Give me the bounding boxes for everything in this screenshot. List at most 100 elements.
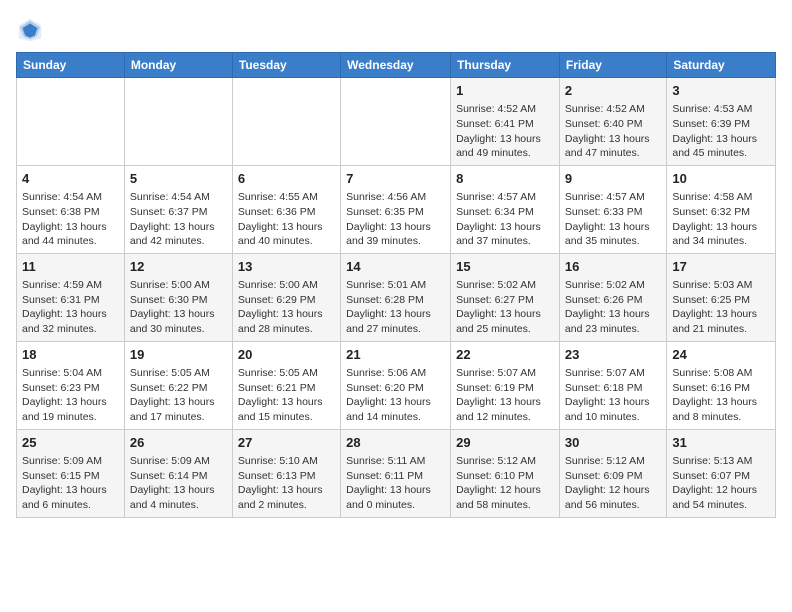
calendar-cell: 17Sunrise: 5:03 AMSunset: 6:25 PMDayligh… — [667, 253, 776, 341]
cell-content-line: Sunrise: 5:07 AM — [456, 366, 554, 381]
day-number: 6 — [238, 170, 335, 188]
day-number: 20 — [238, 346, 335, 364]
calendar-cell: 29Sunrise: 5:12 AMSunset: 6:10 PMDayligh… — [451, 429, 560, 517]
cell-content-line: Sunrise: 4:59 AM — [22, 278, 119, 293]
cell-content-line: Sunrise: 4:58 AM — [672, 190, 770, 205]
cell-content-line: and 34 minutes. — [672, 234, 770, 249]
cell-content-line: Sunset: 6:30 PM — [130, 293, 227, 308]
calendar-cell: 2Sunrise: 4:52 AMSunset: 6:40 PMDaylight… — [559, 78, 666, 166]
cell-content-line: Daylight: 13 hours — [130, 307, 227, 322]
cell-content-line: and 21 minutes. — [672, 322, 770, 337]
cell-content-line: and 37 minutes. — [456, 234, 554, 249]
calendar-cell: 21Sunrise: 5:06 AMSunset: 6:20 PMDayligh… — [341, 341, 451, 429]
cell-content-line: and 54 minutes. — [672, 498, 770, 513]
cell-content-line: Sunrise: 5:09 AM — [130, 454, 227, 469]
cell-content-line: Sunrise: 5:07 AM — [565, 366, 661, 381]
cell-content-line: Sunset: 6:31 PM — [22, 293, 119, 308]
cell-content-line: Daylight: 13 hours — [130, 483, 227, 498]
cell-content-line: Sunset: 6:13 PM — [238, 469, 335, 484]
calendar-cell: 31Sunrise: 5:13 AMSunset: 6:07 PMDayligh… — [667, 429, 776, 517]
cell-content-line: Sunset: 6:36 PM — [238, 205, 335, 220]
calendar-table: SundayMondayTuesdayWednesdayThursdayFrid… — [16, 52, 776, 518]
day-number: 23 — [565, 346, 661, 364]
cell-content-line: Sunrise: 5:06 AM — [346, 366, 445, 381]
calendar-cell: 7Sunrise: 4:56 AMSunset: 6:35 PMDaylight… — [341, 165, 451, 253]
day-number: 19 — [130, 346, 227, 364]
calendar-cell: 8Sunrise: 4:57 AMSunset: 6:34 PMDaylight… — [451, 165, 560, 253]
cell-content-line: and 58 minutes. — [456, 498, 554, 513]
cell-content-line: and 25 minutes. — [456, 322, 554, 337]
cell-content-line: Daylight: 13 hours — [672, 307, 770, 322]
cell-content-line: Sunset: 6:14 PM — [130, 469, 227, 484]
calendar-cell — [17, 78, 125, 166]
calendar-cell: 12Sunrise: 5:00 AMSunset: 6:30 PMDayligh… — [124, 253, 232, 341]
cell-content-line: Daylight: 12 hours — [672, 483, 770, 498]
cell-content-line: and 23 minutes. — [565, 322, 661, 337]
calendar-cell: 6Sunrise: 4:55 AMSunset: 6:36 PMDaylight… — [232, 165, 340, 253]
cell-content-line: Sunset: 6:25 PM — [672, 293, 770, 308]
cell-content-line: Sunset: 6:18 PM — [565, 381, 661, 396]
days-header-row: SundayMondayTuesdayWednesdayThursdayFrid… — [17, 53, 776, 78]
calendar-cell: 28Sunrise: 5:11 AMSunset: 6:11 PMDayligh… — [341, 429, 451, 517]
week-row-1: 1Sunrise: 4:52 AMSunset: 6:41 PMDaylight… — [17, 78, 776, 166]
cell-content-line: and 30 minutes. — [130, 322, 227, 337]
calendar-cell: 27Sunrise: 5:10 AMSunset: 6:13 PMDayligh… — [232, 429, 340, 517]
day-number: 15 — [456, 258, 554, 276]
cell-content-line: Daylight: 13 hours — [565, 307, 661, 322]
calendar-cell: 15Sunrise: 5:02 AMSunset: 6:27 PMDayligh… — [451, 253, 560, 341]
cell-content-line: Daylight: 13 hours — [456, 307, 554, 322]
cell-content-line: Sunset: 6:38 PM — [22, 205, 119, 220]
cell-content-line: Daylight: 13 hours — [130, 395, 227, 410]
day-number: 12 — [130, 258, 227, 276]
calendar-cell: 24Sunrise: 5:08 AMSunset: 6:16 PMDayligh… — [667, 341, 776, 429]
day-header-wednesday: Wednesday — [341, 53, 451, 78]
cell-content-line: and 42 minutes. — [130, 234, 227, 249]
cell-content-line: Sunset: 6:26 PM — [565, 293, 661, 308]
day-header-sunday: Sunday — [17, 53, 125, 78]
cell-content-line: Daylight: 13 hours — [565, 395, 661, 410]
cell-content-line: Sunrise: 5:05 AM — [130, 366, 227, 381]
cell-content-line: Sunrise: 5:11 AM — [346, 454, 445, 469]
cell-content-line: Sunrise: 4:52 AM — [565, 102, 661, 117]
cell-content-line: and 14 minutes. — [346, 410, 445, 425]
day-number: 21 — [346, 346, 445, 364]
day-number: 28 — [346, 434, 445, 452]
calendar-cell — [124, 78, 232, 166]
cell-content-line: Daylight: 13 hours — [130, 220, 227, 235]
calendar-cell: 14Sunrise: 5:01 AMSunset: 6:28 PMDayligh… — [341, 253, 451, 341]
calendar-cell: 5Sunrise: 4:54 AMSunset: 6:37 PMDaylight… — [124, 165, 232, 253]
cell-content-line: Sunrise: 4:52 AM — [456, 102, 554, 117]
cell-content-line: Daylight: 13 hours — [565, 220, 661, 235]
cell-content-line: Daylight: 13 hours — [346, 307, 445, 322]
week-row-4: 18Sunrise: 5:04 AMSunset: 6:23 PMDayligh… — [17, 341, 776, 429]
cell-content-line: Sunrise: 4:57 AM — [565, 190, 661, 205]
cell-content-line: and 0 minutes. — [346, 498, 445, 513]
cell-content-line: and 17 minutes. — [130, 410, 227, 425]
cell-content-line: Sunrise: 5:05 AM — [238, 366, 335, 381]
calendar-cell: 30Sunrise: 5:12 AMSunset: 6:09 PMDayligh… — [559, 429, 666, 517]
cell-content-line: Daylight: 13 hours — [565, 132, 661, 147]
week-row-3: 11Sunrise: 4:59 AMSunset: 6:31 PMDayligh… — [17, 253, 776, 341]
cell-content-line: Sunset: 6:15 PM — [22, 469, 119, 484]
cell-content-line: Sunrise: 5:09 AM — [22, 454, 119, 469]
day-header-saturday: Saturday — [667, 53, 776, 78]
cell-content-line: and 8 minutes. — [672, 410, 770, 425]
calendar-cell: 11Sunrise: 4:59 AMSunset: 6:31 PMDayligh… — [17, 253, 125, 341]
cell-content-line: Sunset: 6:27 PM — [456, 293, 554, 308]
calendar-cell: 22Sunrise: 5:07 AMSunset: 6:19 PMDayligh… — [451, 341, 560, 429]
cell-content-line: and 32 minutes. — [22, 322, 119, 337]
logo — [16, 16, 48, 44]
cell-content-line: Sunrise: 5:02 AM — [565, 278, 661, 293]
cell-content-line: Sunset: 6:16 PM — [672, 381, 770, 396]
cell-content-line: and 35 minutes. — [565, 234, 661, 249]
cell-content-line: Sunset: 6:32 PM — [672, 205, 770, 220]
calendar-cell: 10Sunrise: 4:58 AMSunset: 6:32 PMDayligh… — [667, 165, 776, 253]
cell-content-line: and 44 minutes. — [22, 234, 119, 249]
cell-content-line: Sunset: 6:20 PM — [346, 381, 445, 396]
cell-content-line: Sunrise: 4:56 AM — [346, 190, 445, 205]
day-number: 5 — [130, 170, 227, 188]
week-row-5: 25Sunrise: 5:09 AMSunset: 6:15 PMDayligh… — [17, 429, 776, 517]
calendar-cell: 3Sunrise: 4:53 AMSunset: 6:39 PMDaylight… — [667, 78, 776, 166]
cell-content-line: and 6 minutes. — [22, 498, 119, 513]
day-header-monday: Monday — [124, 53, 232, 78]
